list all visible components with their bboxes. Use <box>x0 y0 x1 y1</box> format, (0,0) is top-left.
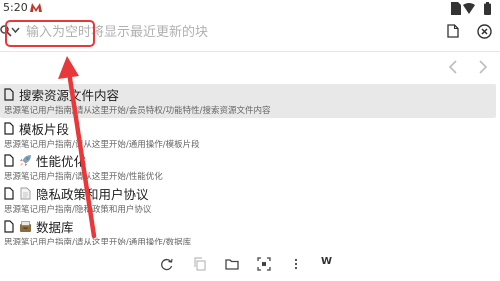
result-title: 搜索资源文件内容 <box>19 88 120 103</box>
annotation-highlight-box <box>5 20 95 47</box>
chevron-left-icon[interactable] <box>448 60 458 74</box>
document-icon <box>4 187 14 200</box>
result-path: 思源笔记用户指南/请从这里开始/性能优化 <box>4 172 163 182</box>
close-icon[interactable] <box>477 24 492 39</box>
result-path: 思源笔记用户指南/请从这里开始/通用操作/模板片段 <box>4 140 200 150</box>
list-item[interactable]: 搜索资源文件内容 思源笔记用户指南/请从这里开始/会员特权/功能特性/搜索资源文… <box>0 84 496 118</box>
bottom-toolbar: W <box>0 248 500 281</box>
word-icon[interactable]: W <box>321 256 332 267</box>
divider <box>0 51 500 52</box>
chevron-right-icon[interactable] <box>478 60 488 74</box>
rocket-icon <box>20 155 31 166</box>
search-results-list: 搜索资源文件内容 思源笔记用户指南/请从这里开始/会员特权/功能特性/搜索资源文… <box>0 84 500 245</box>
folder-icon[interactable] <box>225 257 239 271</box>
list-item[interactable]: 模板片段 思源笔记用户指南/请从这里开始/通用操作/模板片段 <box>0 118 496 152</box>
result-title: 模板片段 <box>19 122 70 137</box>
document-icon <box>4 122 14 135</box>
list-item[interactable]: 隐私政策和用户协议 思源笔记用户指南/隐私政策和用户协议 <box>0 183 496 217</box>
status-bar: 5:20 <box>0 0 500 18</box>
file-status-icon <box>451 2 461 15</box>
result-path: 思源笔记用户指南/隐私政策和用户协议 <box>4 205 152 215</box>
result-title: 隐私政策和用户协议 <box>36 187 149 202</box>
card-box-icon <box>20 221 31 232</box>
document-icon <box>4 220 14 233</box>
copy-icon[interactable] <box>193 257 207 271</box>
page-icon <box>20 187 31 200</box>
result-title: 性能优化 <box>36 154 87 169</box>
list-item[interactable]: 性能优化 思源笔记用户指南/请从这里开始/性能优化 <box>0 150 496 184</box>
more-vertical-icon[interactable] <box>289 257 303 271</box>
focus-frame-icon[interactable] <box>257 257 271 271</box>
document-icon <box>4 154 14 167</box>
result-title: 数据库 <box>36 220 74 235</box>
document-icon <box>4 88 14 101</box>
status-time: 5:20 <box>3 1 28 14</box>
result-path: 思源笔记用户指南/请从这里开始/通用操作/数据库 <box>4 238 192 245</box>
wifi-icon <box>463 3 475 14</box>
app-logo-icon <box>30 3 42 12</box>
list-item[interactable]: 数据库 思源笔记用户指南/请从这里开始/通用操作/数据库 <box>0 216 496 245</box>
document-icon[interactable] <box>447 24 459 38</box>
refresh-icon[interactable] <box>160 257 174 271</box>
battery-icon <box>484 2 491 15</box>
result-path: 思源笔记用户指南/请从这里开始/会员特权/功能特性/搜索资源文件内容 <box>4 106 271 116</box>
